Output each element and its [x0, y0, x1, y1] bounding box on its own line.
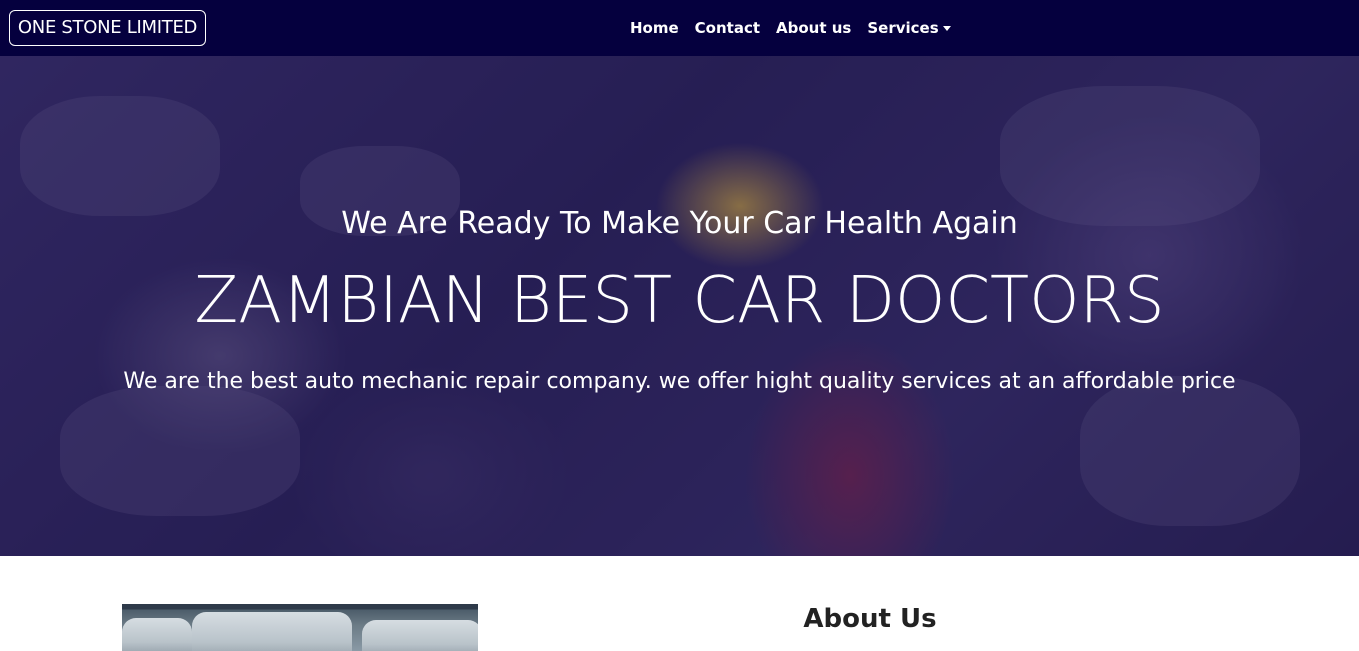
hero-banner: We Are Ready To Make Your Car Health Aga…	[0, 56, 1359, 556]
nav-link-services-dropdown[interactable]: Services	[859, 19, 958, 37]
nav-link-contact[interactable]: Contact	[687, 19, 768, 37]
car-shape	[192, 612, 352, 651]
hero-title: ZAMBIAN BEST CAR DOCTORS	[194, 264, 1165, 338]
car-shape	[122, 618, 192, 651]
caret-down-icon	[942, 25, 951, 31]
nav-links: Home Contact About us Services	[622, 0, 959, 56]
about-image	[122, 604, 478, 651]
nav-link-home[interactable]: Home	[622, 19, 687, 37]
hero-tagline: We Are Ready To Make Your Car Health Aga…	[341, 206, 1018, 241]
navbar: ONE STONE LIMITED Home Contact About us …	[0, 0, 1359, 56]
hero-description: We are the best auto mechanic repair com…	[123, 369, 1236, 394]
brand-logo-link[interactable]: ONE STONE LIMITED	[9, 10, 206, 46]
car-shape	[362, 620, 478, 651]
about-section-title: About Us	[803, 604, 937, 634]
nav-link-about-us[interactable]: About us	[768, 19, 859, 37]
nav-link-services-label: Services	[867, 19, 939, 37]
